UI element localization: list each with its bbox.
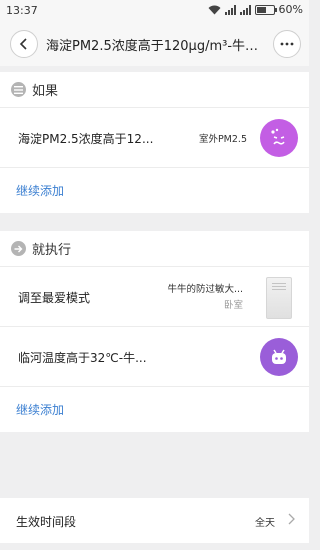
device-room: 卧室 <box>223 300 243 311</box>
status-icons: 60% <box>208 3 303 16</box>
page-title: 海淀PM2.5浓度高于120μg/m³-牛牛的防过敏大... <box>46 39 261 54</box>
condition-row[interactable]: 海淀PM2.5浓度高于12... 室外PM2.5 <box>0 108 309 168</box>
signal-icon <box>224 4 236 15</box>
effective-time-value: 全天 <box>255 518 275 529</box>
action-label: 调至最爱模式 <box>18 291 91 305</box>
action-row-device[interactable]: 调至最爱模式 牛牛的防过敏大... 卧室 <box>0 267 309 327</box>
more-button[interactable] <box>273 30 301 58</box>
chevron-right-icon <box>288 513 295 525</box>
arrow-right-icon <box>11 241 26 256</box>
robot-icon <box>260 338 298 376</box>
action-title: 就执行 <box>32 243 72 258</box>
top-bar: 海淀PM2.5浓度高于120μg/m³-牛牛的防过敏大... <box>0 22 309 66</box>
air-purifier-icon <box>266 277 292 319</box>
condition-label: 海淀PM2.5浓度高于12... <box>18 132 154 146</box>
scene-label: 临河温度高于32℃-牛... <box>18 351 147 365</box>
effective-time-row[interactable]: 生效时间段 全天 <box>0 498 309 543</box>
condition-title: 如果 <box>32 84 59 99</box>
device-name: 牛牛的防过敏大... <box>167 284 243 295</box>
wifi-icon <box>208 5 221 14</box>
status-time: 13:37 <box>6 4 38 17</box>
effective-time-label: 生效时间段 <box>16 515 77 529</box>
more-dots-icon <box>280 42 294 46</box>
action-add-link[interactable]: 继续添加 <box>0 387 309 432</box>
pm25-face-icon <box>260 119 298 157</box>
status-bar: 13:37 60% <box>0 0 309 22</box>
condition-header: 如果 <box>0 72 309 108</box>
list-icon <box>11 82 26 97</box>
battery-icon <box>254 4 277 15</box>
action-section: 就执行 调至最爱模式 牛牛的防过敏大... 卧室 临河温度高于32℃-牛... … <box>0 231 309 432</box>
action-header: 就执行 <box>0 231 309 267</box>
action-row-scene[interactable]: 临河温度高于32℃-牛... <box>0 327 309 387</box>
signal-icon-2 <box>239 4 251 15</box>
condition-value: 室外PM2.5 <box>198 134 247 145</box>
condition-add-link[interactable]: 继续添加 <box>0 168 309 213</box>
condition-section: 如果 海淀PM2.5浓度高于12... 室外PM2.5 继续添加 <box>0 72 309 213</box>
chevron-left-icon <box>19 38 27 50</box>
battery-percent: 60% <box>278 3 303 16</box>
back-button[interactable] <box>10 30 38 58</box>
